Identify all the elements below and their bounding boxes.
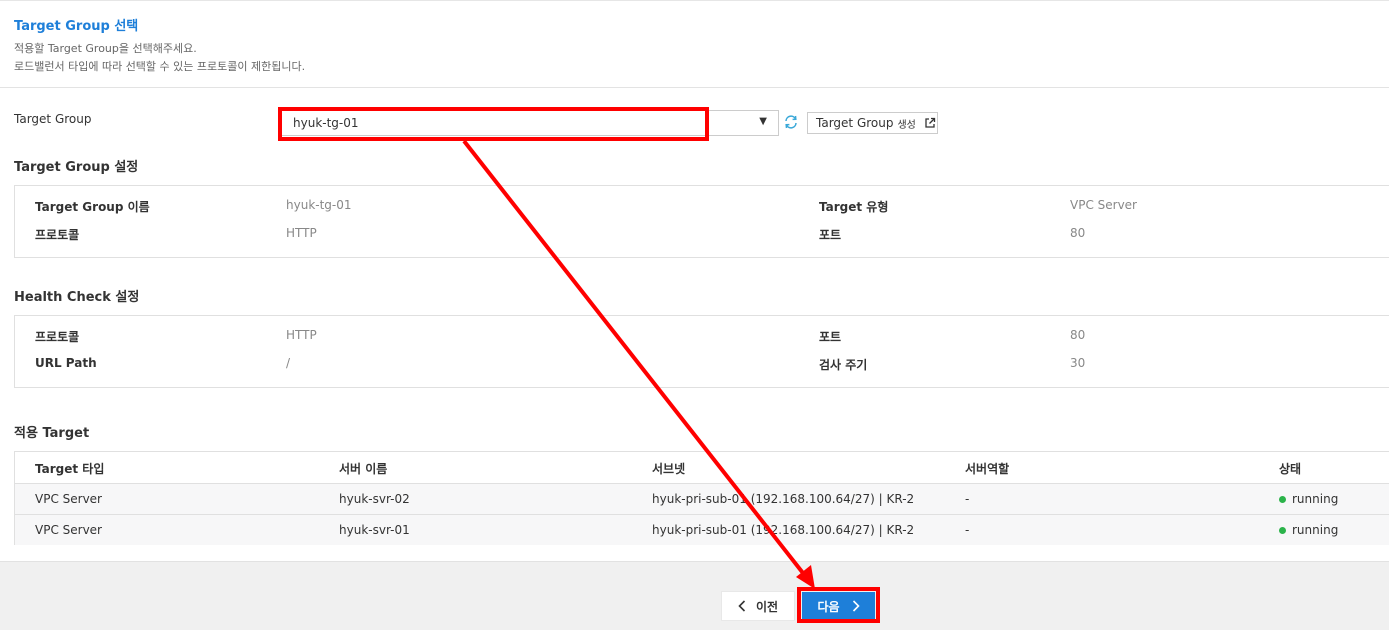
hc-protocol-key: 프로토콜 [35,330,80,344]
hc-url-path-key: URL Path [35,356,97,370]
description-line-2: 로드밸런서 타입에 따라 선택할 수 있는 프로토콜이 제한됩니다. [14,60,306,73]
cell-target-type: VPC Server [35,492,102,506]
hc-interval-key: 검사 주기 [819,358,868,372]
tg-type-key: Target 유형 [819,200,889,214]
create-target-group-label: Target Group [816,116,894,130]
external-link-icon [925,117,936,128]
cell-subnet: hyuk-pri-sub-01 (192.168.100.64/27) | KR… [652,523,915,537]
cell-server-name: hyuk-svr-01 [339,523,410,537]
page-title: Target Group 선택 [14,19,139,34]
status-running-icon [1279,496,1286,503]
tg-name-key: Target Group 이름 [35,200,150,214]
chevron-right-icon [852,600,860,612]
cell-target-type: VPC Server [35,523,102,537]
footer-bar [0,561,1389,630]
target-group-selected-value: hyuk-tg-01 [293,116,359,130]
header-divider [0,87,1389,88]
caret-down-icon: ▼ [759,116,767,127]
tg-type-value: VPC Server [1070,198,1137,212]
target-group-settings-box: Target Group 이름 hyuk-tg-01 Target 유형 VPC… [14,185,1389,258]
prev-button[interactable]: 이전 [721,591,795,621]
description-line-1: 적용할 Target Group을 선택해주세요. [14,42,197,55]
cell-subnet: hyuk-pri-sub-01 (192.168.100.64/27) | KR… [652,492,915,506]
hc-port-value: 80 [1070,328,1086,342]
target-group-label: Target Group [14,112,92,126]
table-header-row: Target 타입 서버 이름 서브넷 서버역할 상태 [15,452,1389,483]
cell-server-role: - [965,492,970,506]
chevron-left-icon [738,600,746,612]
table-row: VPC Server hyuk-svr-02 hyuk-pri-sub-01 (… [15,483,1389,514]
tg-protocol-key: 프로토콜 [35,228,80,242]
cell-status: running [1279,492,1338,506]
col-status: 상태 [1279,462,1302,476]
col-server-role: 서버역할 [965,462,1010,476]
table-row: VPC Server hyuk-svr-01 hyuk-pri-sub-01 (… [15,514,1389,545]
status-running-icon [1279,527,1286,534]
cell-status: running [1279,523,1338,537]
tg-protocol-value: HTTP [286,226,317,240]
create-target-group-button[interactable]: Target Group 생성 [807,112,938,134]
health-check-settings-box: 프로토콜 HTTP 포트 80 URL Path / 검사 주기 30 [14,315,1389,388]
target-group-select[interactable]: hyuk-tg-01 ▼ [281,110,779,136]
tg-name-value: hyuk-tg-01 [286,198,352,212]
targets-table: Target 타입 서버 이름 서브넷 서버역할 상태 VPC Server h… [14,451,1389,545]
applied-targets-title: 적용 Target [14,426,90,441]
hc-url-path-value: / [286,356,291,370]
col-target-type: Target 타입 [35,462,105,476]
hc-protocol-value: HTTP [286,328,317,342]
health-check-settings-title: Health Check 설정 [14,290,140,305]
tg-port-value: 80 [1070,226,1086,240]
top-border [0,0,1389,1]
status-text: running [1292,523,1339,537]
prev-button-label: 이전 [755,599,779,614]
next-button-label: 다음 [817,599,840,614]
cell-server-name: hyuk-svr-02 [339,492,410,506]
create-target-group-suffix: 생성 [897,119,916,131]
hc-port-key: 포트 [819,330,842,344]
hc-interval-value: 30 [1070,356,1086,370]
refresh-icon[interactable] [783,114,799,130]
target-group-settings-title: Target Group 설정 [14,160,139,175]
col-subnet: 서브넷 [652,462,686,476]
status-text: running [1292,492,1339,506]
cell-server-role: - [965,523,970,537]
col-server-name: 서버 이름 [339,462,388,476]
tg-port-key: 포트 [819,228,842,242]
next-button[interactable]: 다음 [802,592,875,620]
